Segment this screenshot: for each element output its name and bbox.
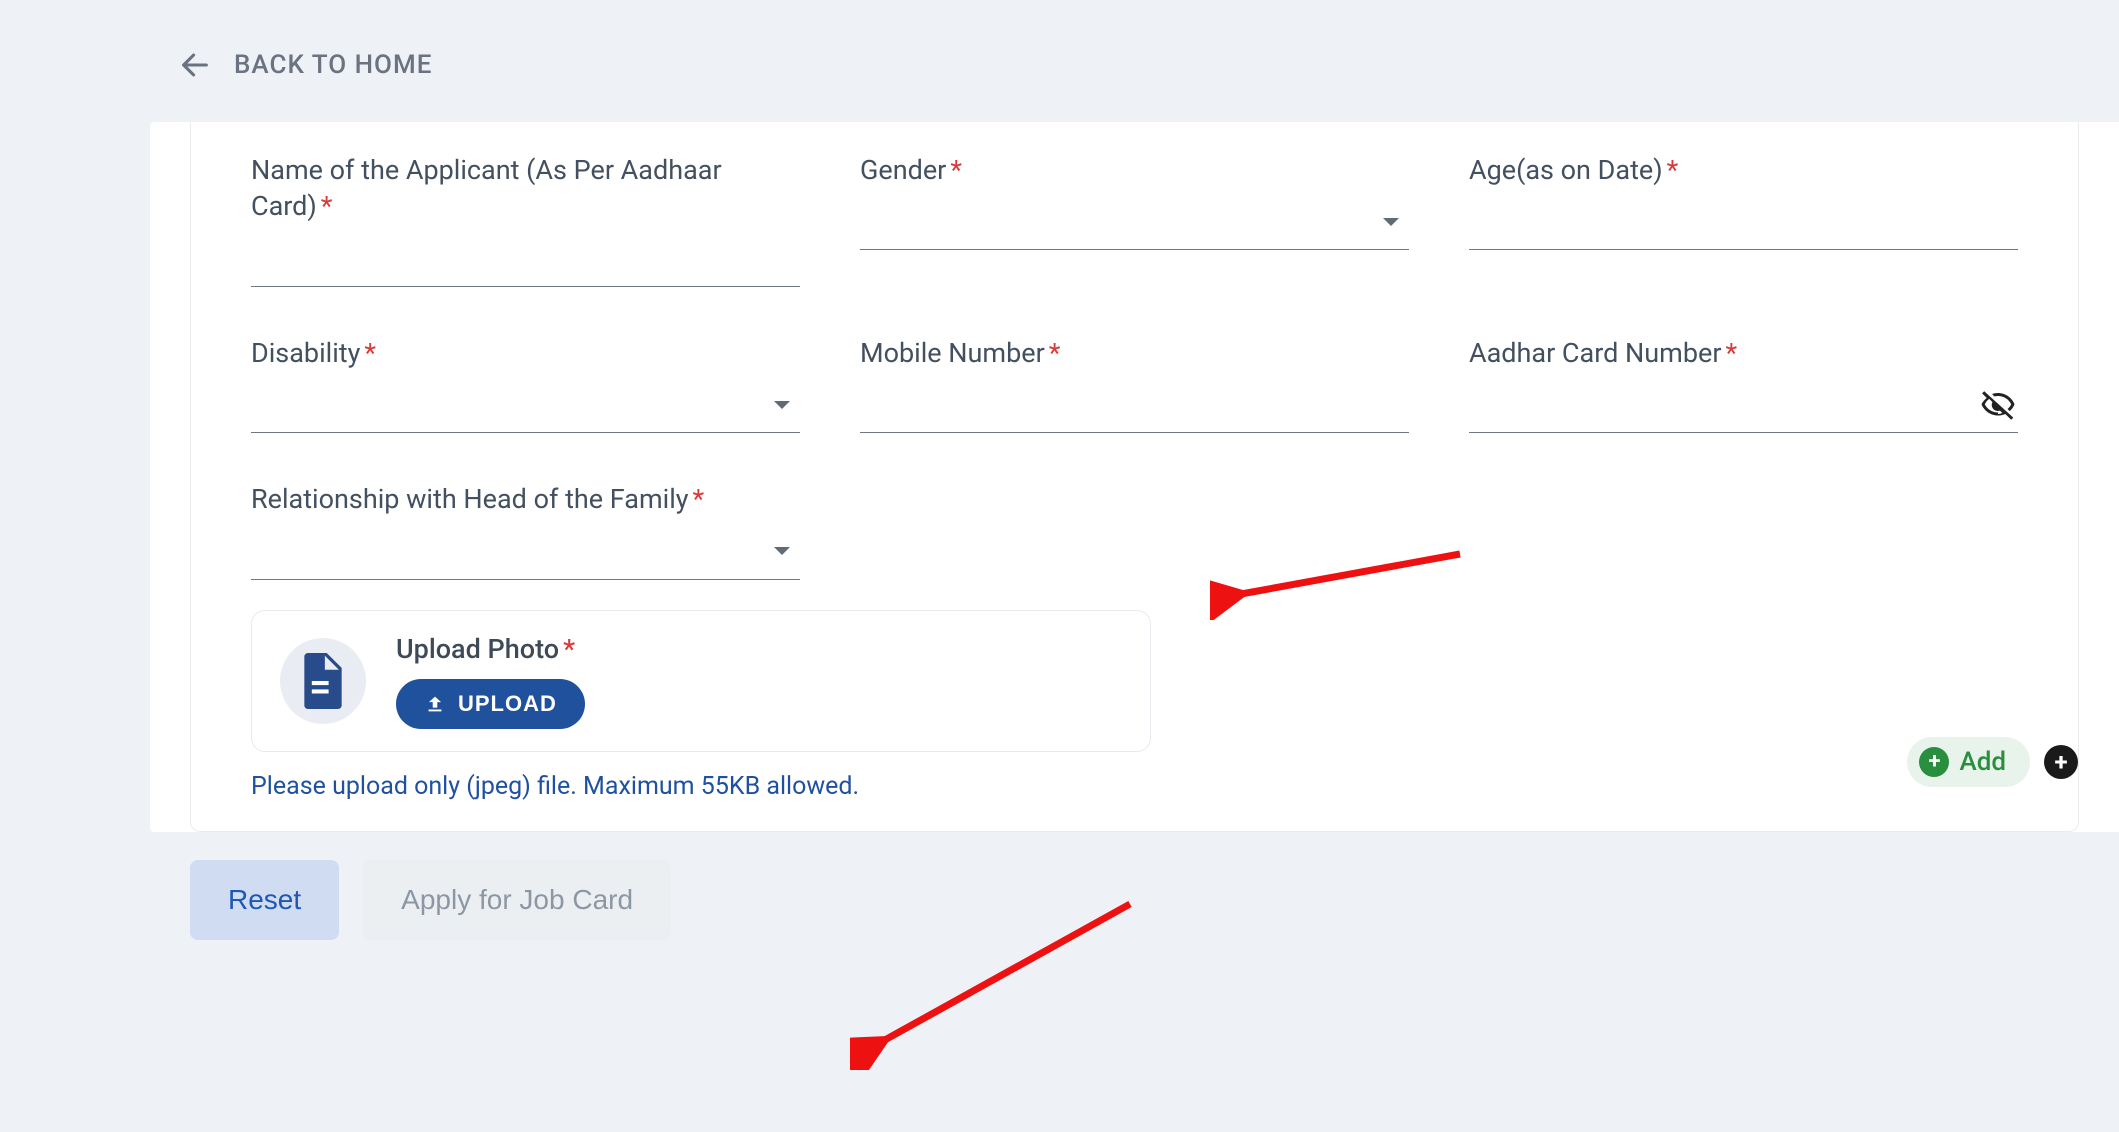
chevron-down-icon: [774, 401, 790, 409]
label-age: Age(as on Date)*: [1469, 152, 2018, 188]
field-mobile: Mobile Number*: [860, 327, 1409, 433]
label-applicant-name: Name of the Applicant (As Per Aadhaar Ca…: [251, 152, 800, 225]
upload-button[interactable]: UPLOAD: [396, 679, 585, 729]
back-to-home-link[interactable]: BACK TO HOME: [0, 8, 2119, 122]
upload-photo-label: Upload Photo*: [396, 633, 585, 665]
upload-hint: Please upload only (jpeg) file. Maximum …: [251, 772, 2018, 801]
input-age[interactable]: [1469, 194, 2018, 250]
arrow-left-icon: [178, 48, 212, 82]
field-disability: Disability*: [251, 327, 800, 433]
chevron-down-icon: [1383, 218, 1399, 226]
field-relationship: Relationship with Head of the Family*: [251, 473, 800, 579]
field-age: Age(as on Date)*: [1469, 144, 2018, 287]
plus-circle-icon: +: [1919, 747, 1949, 777]
form-card: Name of the Applicant (As Per Aadhaar Ca…: [150, 122, 2119, 832]
field-applicant-name: Name of the Applicant (As Per Aadhaar Ca…: [251, 144, 800, 287]
select-disability[interactable]: [251, 377, 800, 433]
input-applicant-name[interactable]: [251, 231, 800, 287]
select-relationship[interactable]: [251, 524, 800, 580]
upload-photo-card: Upload Photo* UPLOAD: [251, 610, 1151, 752]
field-gender: Gender*: [860, 144, 1409, 287]
select-gender[interactable]: [860, 194, 1409, 250]
label-mobile: Mobile Number*: [860, 335, 1409, 371]
label-aadhar: Aadhar Card Number*: [1469, 335, 2018, 371]
upload-icon: [424, 693, 446, 715]
input-aadhar[interactable]: [1469, 377, 2018, 433]
chevron-down-icon: [774, 547, 790, 555]
label-gender: Gender*: [860, 152, 1409, 188]
apply-button[interactable]: Apply for Job Card: [363, 860, 671, 940]
back-label: BACK TO HOME: [234, 50, 432, 80]
add-button[interactable]: + Add: [1907, 737, 2030, 787]
document-icon: [280, 638, 366, 724]
field-aadhar: Aadhar Card Number*: [1469, 327, 2018, 433]
label-disability: Disability*: [251, 335, 800, 371]
label-relationship: Relationship with Head of the Family*: [251, 481, 800, 517]
form-inner-card: Name of the Applicant (As Per Aadhaar Ca…: [190, 122, 2079, 832]
add-more-button[interactable]: +: [2044, 745, 2078, 779]
input-mobile[interactable]: [860, 377, 1409, 433]
reset-button[interactable]: Reset: [190, 860, 339, 940]
visibility-off-icon[interactable]: [1980, 387, 2016, 430]
